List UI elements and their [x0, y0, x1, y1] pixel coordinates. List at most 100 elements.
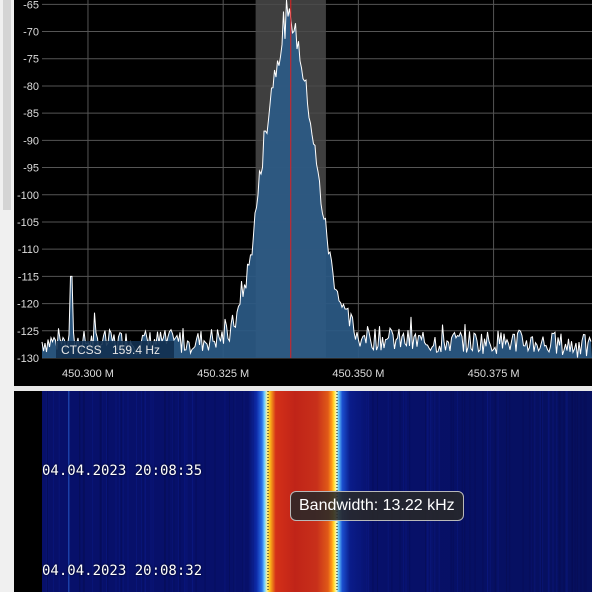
waterfall-noise-streak [122, 391, 124, 592]
waterfall-noise-streak [172, 391, 174, 592]
db-tick-label: -70 [23, 27, 39, 39]
waterfall-noise-streak [47, 391, 49, 592]
waterfall-noise-streak [234, 391, 236, 592]
waterfall-noise-streak [547, 391, 549, 592]
waterfall-noise-streak [179, 391, 181, 592]
waterfall-noise-streak [556, 391, 558, 592]
frequency-tick-label: 450.300 M [62, 368, 114, 380]
waterfall-noise-streak [150, 391, 152, 592]
waterfall-noise-streak [566, 391, 568, 592]
waterfall-noise-streak [574, 391, 576, 592]
db-tick-label: -75 [23, 54, 39, 66]
frequency-tick-label: 450.325 M [197, 368, 249, 380]
ctcss-label: CTCSS [61, 343, 102, 357]
waterfall-noise-streak [243, 391, 245, 592]
db-tick-label: -95 [23, 163, 39, 175]
waterfall-noise-streak [531, 391, 533, 592]
waterfall-noise-streak [106, 391, 107, 592]
waterfall-noise-streak [494, 391, 496, 592]
waterfall-noise-streak [127, 391, 129, 592]
waterfall-timestamp-1: 04.04.2023 20:08:35 [42, 463, 203, 479]
waterfall-noise-streak [552, 391, 554, 592]
waterfall-noise-streak [52, 391, 54, 592]
db-tick-label: -80 [23, 81, 39, 93]
waterfall-noise-streak [186, 391, 188, 592]
waterfall-noise-streak [563, 391, 565, 592]
waterfall-noise-streak [195, 391, 197, 592]
waterfall-noise-streak [464, 391, 466, 592]
waterfall-noise-streak [136, 391, 137, 592]
waterfall-noise-streak [583, 391, 585, 592]
waterfall-noise-streak [526, 391, 528, 592]
waterfall-noise-streak [107, 391, 109, 592]
waterfall-noise-streak [542, 391, 544, 592]
frequency-tick-label: 450.375 M [468, 368, 520, 380]
waterfall-noise-streak [100, 391, 102, 592]
waterfall-noise-streak [120, 391, 122, 592]
waterfall-noise-streak [164, 391, 165, 592]
waterfall-noise-streak [565, 391, 567, 592]
waterfall-noise-streak [506, 391, 507, 592]
waterfall-noise-streak [142, 391, 144, 592]
waterfall-noise-streak [214, 391, 216, 592]
db-tick-label: -125 [17, 326, 39, 338]
waterfall-noise-streak [489, 391, 491, 592]
waterfall-noise-streak [101, 391, 103, 592]
waterfall-noise-streak [558, 391, 560, 592]
waterfall-noise-streak [173, 391, 175, 592]
waterfall-noise-streak [474, 391, 476, 592]
db-tick-label: -65 [23, 0, 39, 11]
waterfall-noise-streak [229, 391, 230, 592]
db-tick-label: -110 [18, 244, 39, 256]
waterfall-noise-streak [576, 391, 578, 592]
waterfall-noise-streak [45, 391, 47, 592]
waterfall-noise-streak [482, 391, 484, 592]
db-tick-label: -90 [23, 135, 39, 147]
waterfall-noise-streak [224, 391, 226, 592]
waterfall-noise-streak [83, 391, 85, 592]
db-tick-label: -85 [23, 108, 39, 120]
waterfall-noise-streak [184, 391, 186, 592]
waterfall-spike-trace [68, 391, 70, 592]
spectrum-plot[interactable]: -65 -70 -75 -80 -85 -90 -95 -100 -105 -110 -115 -12… [0, 0, 592, 386]
waterfall-noise-streak [48, 391, 50, 592]
waterfall-noise-streak [539, 391, 541, 592]
waterfall-noise-streak [497, 391, 499, 592]
waterfall-noise-streak [571, 391, 573, 592]
waterfall-noise-streak [559, 391, 561, 592]
waterfall-noise-streak [233, 391, 235, 592]
waterfall-noise-streak [144, 391, 146, 592]
waterfall-noise-streak [534, 391, 536, 592]
waterfall-noise-streak [92, 391, 94, 592]
waterfall-noise-streak [168, 391, 170, 592]
waterfall-noise-streak [164, 391, 166, 592]
waterfall-noise-streak [585, 391, 587, 592]
waterfall-noise-streak [141, 391, 143, 592]
waterfall-noise-streak [82, 391, 84, 592]
waterfall-noise-streak [204, 391, 206, 592]
waterfall-left-margin [14, 391, 42, 592]
bandwidth-tooltip: Bandwidth: 13.22 kHz [290, 491, 464, 521]
db-tick-label: -120 [17, 299, 39, 311]
waterfall-noise-streak [58, 391, 60, 592]
waterfall-noise-streak [529, 391, 531, 592]
waterfall-timestamp-2: 04.04.2023 20:08:32 [42, 563, 203, 579]
waterfall-noise-streak [252, 391, 254, 592]
waterfall-noise-streak [509, 391, 511, 592]
waterfall-noise-streak [580, 391, 582, 592]
waterfall-noise-streak [242, 391, 244, 592]
waterfall-noise-streak [469, 391, 471, 592]
frequency-tick-label: 450.350 M [332, 368, 384, 380]
db-tick-label: -130 [17, 353, 39, 365]
db-tick-label: -105 [17, 217, 39, 229]
waterfall-noise-streak [177, 391, 179, 592]
waterfall-noise-streak [118, 391, 120, 592]
waterfall-noise-streak [79, 391, 81, 592]
waterfall-noise-streak [522, 391, 524, 592]
db-tick-label: -100 [17, 190, 39, 202]
waterfall-noise-streak [191, 391, 193, 592]
waterfall-noise-streak [152, 391, 154, 592]
waterfall-noise-streak [115, 391, 117, 592]
db-tick-label: -115 [18, 271, 39, 283]
waterfall-noise-streak [493, 391, 495, 592]
